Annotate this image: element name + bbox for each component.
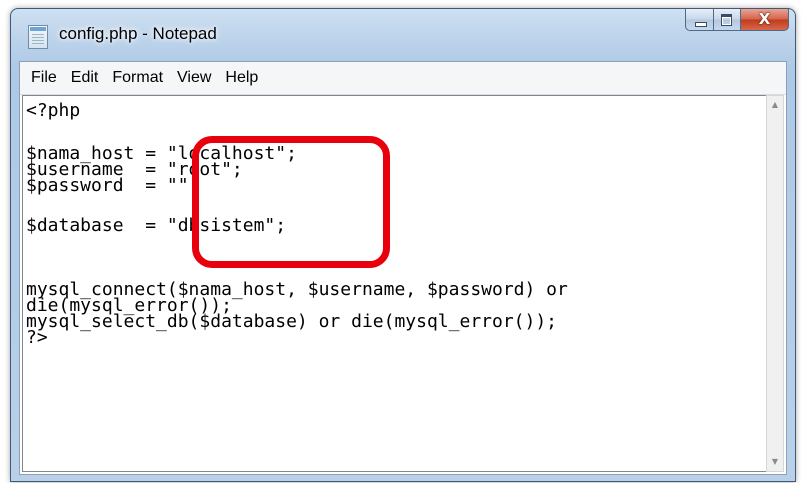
code-line: ?> <box>26 327 48 348</box>
maximize-button[interactable] <box>714 9 741 31</box>
menu-format[interactable]: Format <box>105 64 170 92</box>
scroll-up-icon[interactable]: ▲ <box>767 96 783 114</box>
menu-bar: File Edit Format View Help <box>20 62 786 95</box>
window-title: config.php - Notepad <box>59 24 217 43</box>
menu-help[interactable]: Help <box>218 64 265 92</box>
close-icon: X <box>758 10 771 28</box>
caption-buttons: X <box>685 9 789 31</box>
code-line: $database = "dbsistem"; <box>26 215 287 236</box>
menu-file[interactable]: File <box>24 64 64 92</box>
code-line: $password = ""; <box>26 175 200 196</box>
code-line: mysql_select_db($database) or die(mysql_… <box>26 311 558 332</box>
text-editor[interactable]: <?php $nama_host = "localhost"; $usernam… <box>22 95 766 472</box>
notepad-window: config.php - Notepad X File Edit Format … <box>10 8 796 482</box>
scroll-down-icon[interactable]: ▼ <box>767 453 783 471</box>
maximize-icon <box>721 14 732 26</box>
close-button[interactable]: X <box>741 9 789 31</box>
title-bar[interactable]: config.php - Notepad X <box>11 9 795 61</box>
code-line: <?php <box>26 100 81 121</box>
minimize-button[interactable] <box>685 9 714 31</box>
menu-view[interactable]: View <box>170 64 218 92</box>
menu-edit[interactable]: Edit <box>64 64 106 92</box>
minimize-icon <box>695 22 707 27</box>
client-area: File Edit Format View Help <?php $nama_h… <box>19 61 787 475</box>
vertical-scrollbar[interactable]: ▲ ▼ <box>766 95 784 472</box>
notepad-icon[interactable] <box>28 25 48 49</box>
